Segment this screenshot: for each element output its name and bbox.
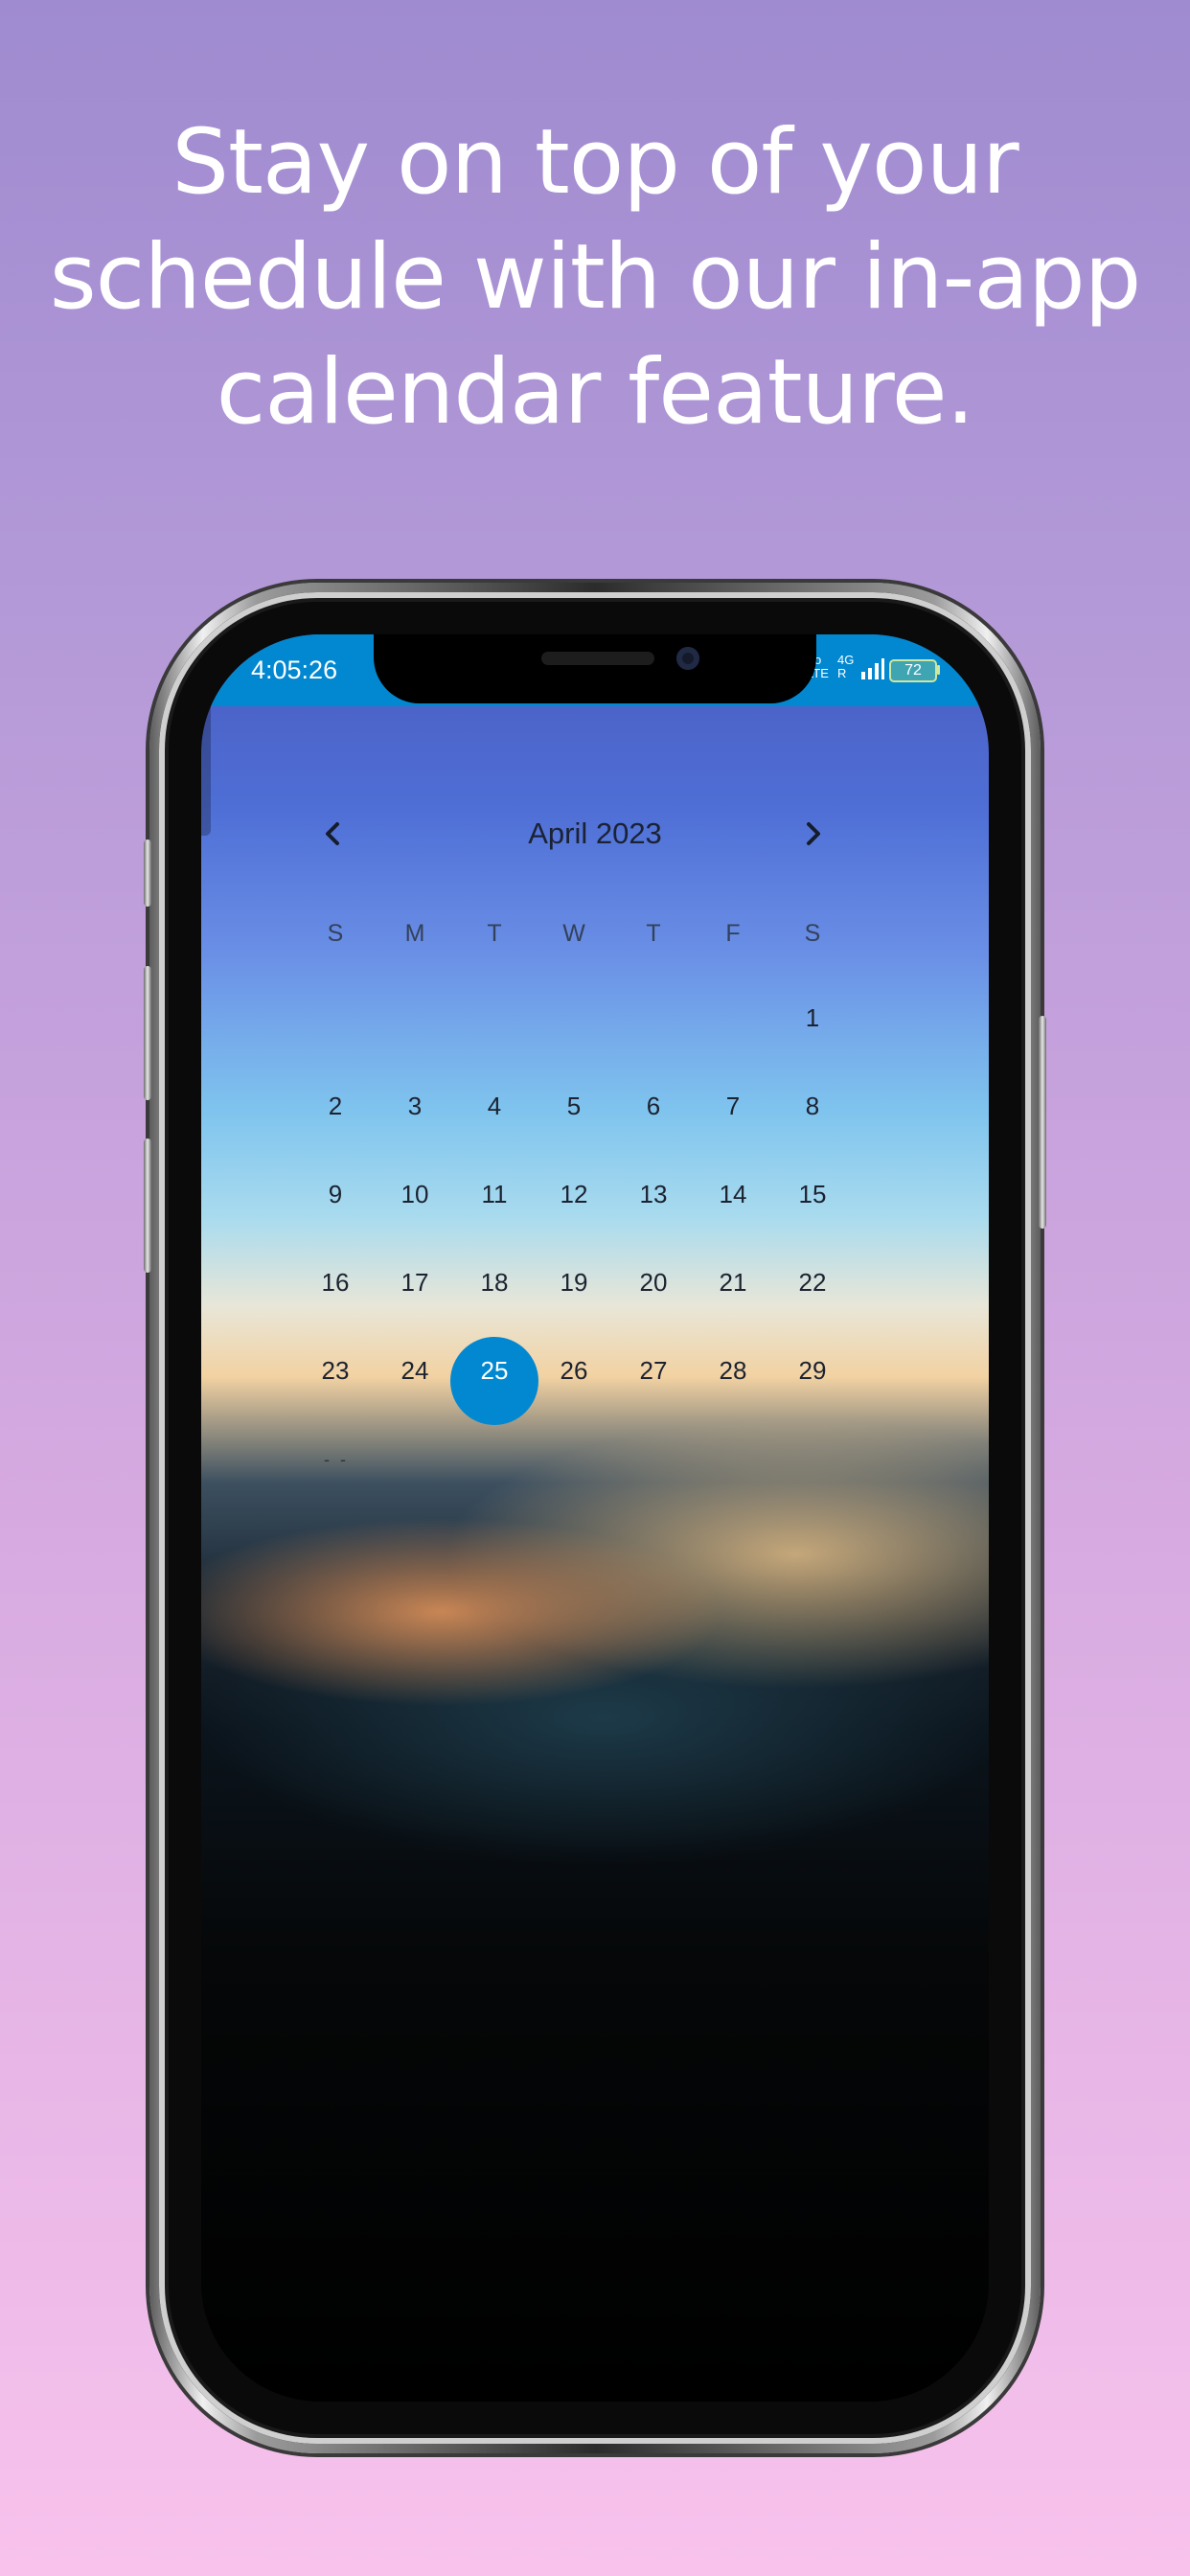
day-cell[interactable]: 21 [704, 1268, 762, 1298]
day-cell[interactable]: 10 [386, 1180, 444, 1209]
day-cell[interactable]: 16 [307, 1268, 364, 1298]
day-cell[interactable]: 2 [307, 1092, 364, 1121]
day-cell[interactable]: 24 [386, 1356, 444, 1386]
signal-icon [861, 658, 884, 679]
edge-handle[interactable] [201, 692, 211, 836]
day-cell[interactable]: 3 [386, 1092, 444, 1121]
battery-icon: 72 [889, 659, 937, 682]
chevron-right-icon [807, 822, 820, 845]
day-cell[interactable]: 6 [625, 1092, 682, 1121]
volume-up-button [144, 966, 151, 1100]
next-month-button[interactable] [793, 815, 832, 853]
day-cell[interactable]: 19 [545, 1268, 603, 1298]
month-title: April 2023 [528, 816, 662, 850]
day-cell[interactable]: 5 [545, 1092, 603, 1121]
battery-level: 72 [904, 662, 922, 678]
day-cell[interactable]: 18 [466, 1268, 523, 1298]
day-cell[interactable]: 9 [307, 1180, 364, 1209]
day-cell[interactable]: 26 [545, 1356, 603, 1386]
volume-down-button [144, 1138, 151, 1273]
day-cell[interactable]: 1 [784, 1003, 841, 1033]
status-time: 4:05:26 [251, 656, 338, 684]
day-cell[interactable]: 7 [704, 1092, 762, 1121]
weekday-tue: T [487, 920, 502, 947]
overflow-marker: - - [324, 1450, 349, 1469]
power-button [1039, 1016, 1046, 1229]
day-cell[interactable]: 27 [625, 1356, 682, 1386]
day-cell[interactable]: 14 [704, 1180, 762, 1209]
headline: Stay on top of your schedule with our in… [0, 105, 1190, 450]
day-cell[interactable]: 11 [466, 1180, 523, 1209]
phone-screen: 4:05:26 Vo LTE 4G R 72 [201, 634, 989, 2402]
day-cell[interactable]: 29 [784, 1356, 841, 1386]
day-cell[interactable]: 12 [545, 1180, 603, 1209]
headline-line-1: Stay on top of your [172, 110, 1018, 215]
selected-day[interactable]: 25 [450, 1356, 538, 1386]
battery-tip [937, 665, 940, 675]
weekday-wed: W [562, 920, 585, 947]
weekday-sat: S [804, 920, 821, 947]
weekday-fri: F [725, 920, 741, 947]
phone-frame: 4:05:26 Vo LTE 4G R 72 [144, 583, 1046, 2453]
mute-switch [144, 840, 151, 907]
network-4g-indicator: 4G R [837, 653, 855, 680]
front-camera [676, 647, 699, 670]
day-cell[interactable]: 23 [307, 1356, 364, 1386]
day-cell[interactable]: 15 [784, 1180, 841, 1209]
earpiece-speaker [541, 652, 654, 665]
weekday-thu: T [646, 920, 661, 947]
day-cell[interactable]: 13 [625, 1180, 682, 1209]
day-cell[interactable]: 28 [704, 1356, 762, 1386]
weekday-mon: M [404, 920, 425, 947]
headline-line-3: calendar feature. [216, 340, 975, 445]
day-cell[interactable]: 8 [784, 1092, 841, 1121]
day-cell[interactable]: 20 [625, 1268, 682, 1298]
headline-line-2: schedule with our in-app [49, 225, 1142, 330]
day-cell[interactable]: 4 [466, 1092, 523, 1121]
day-cell[interactable]: 17 [386, 1268, 444, 1298]
day-cell[interactable]: 22 [784, 1268, 841, 1298]
weekday-sun: S [327, 920, 344, 947]
notch [374, 634, 816, 703]
